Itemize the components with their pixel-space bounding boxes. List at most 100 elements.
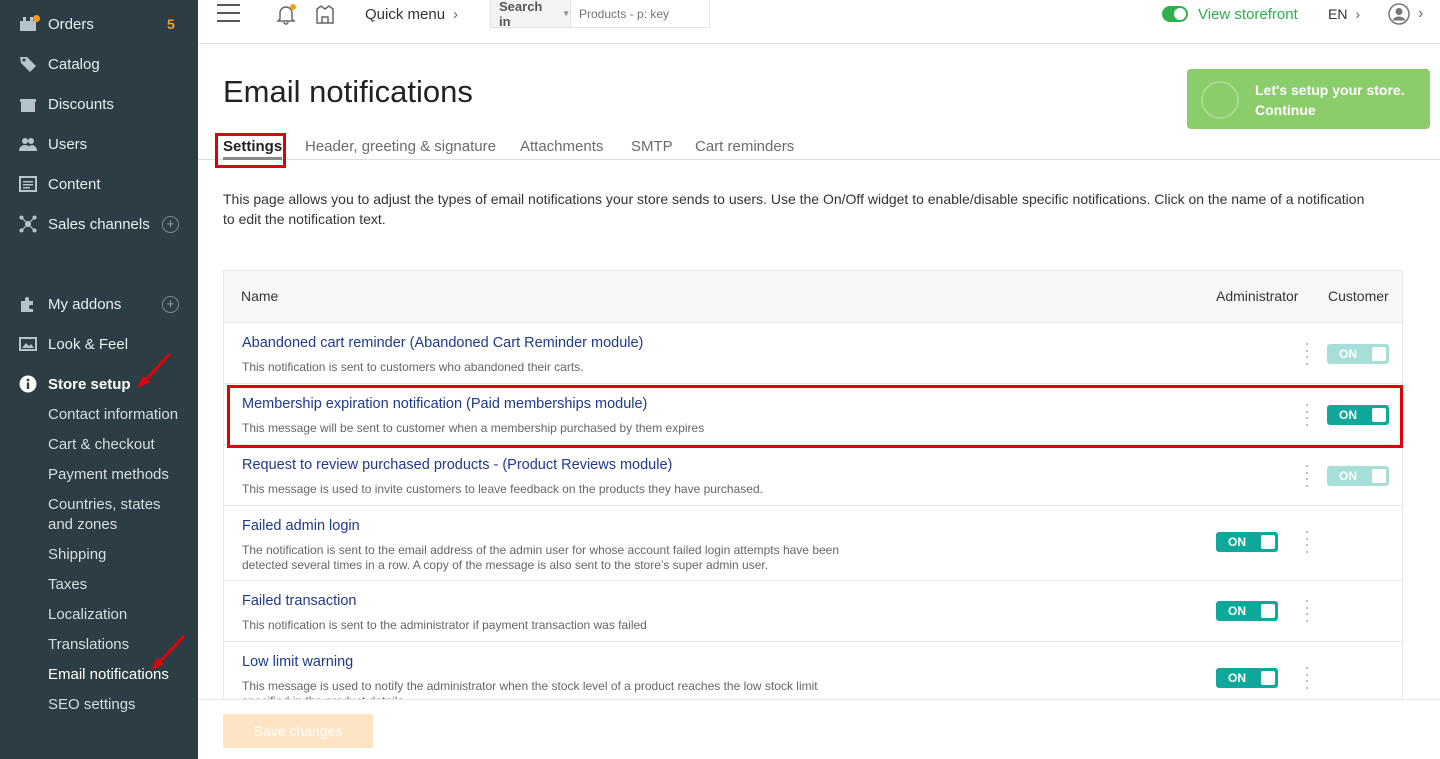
sidebar-subitem-translations[interactable]: Translations bbox=[48, 635, 129, 655]
orders-notification-dot bbox=[33, 15, 40, 22]
more-options-icon[interactable] bbox=[1305, 465, 1309, 487]
tab-cart-reminders[interactable]: Cart reminders bbox=[695, 138, 794, 155]
toggle-label: ON bbox=[1228, 604, 1246, 618]
administrator-toggle[interactable]: ON bbox=[1216, 532, 1278, 552]
look-feel-icon bbox=[18, 335, 38, 353]
tabs: Settings Header, greeting & signature At… bbox=[198, 132, 1440, 160]
sidebar-item-orders[interactable]: Orders bbox=[18, 14, 94, 34]
discounts-icon bbox=[18, 95, 38, 113]
notifications-table: Name Administrator Customer Abandoned ca… bbox=[223, 270, 1403, 700]
sidebar-item-catalog[interactable]: Catalog bbox=[18, 54, 100, 74]
user-icon bbox=[1388, 3, 1410, 25]
toggle-label: ON bbox=[1228, 535, 1246, 549]
view-storefront-label: View storefront bbox=[1198, 5, 1298, 23]
sidebar-item-users[interactable]: Users bbox=[18, 134, 87, 154]
notification-title-link[interactable]: Request to review purchased products - (… bbox=[242, 457, 672, 473]
table-row: Low limit warning This message is used t… bbox=[224, 642, 1402, 700]
view-storefront-link[interactable]: View storefront bbox=[1162, 0, 1298, 28]
add-sales-channel-button[interactable]: + bbox=[162, 216, 179, 233]
more-options-icon[interactable] bbox=[1305, 531, 1309, 553]
sidebar-item-store-setup[interactable]: Store setup bbox=[18, 374, 131, 394]
more-options-icon[interactable] bbox=[1305, 600, 1309, 622]
sidebar-subitem-countries[interactable]: Countries, states and zones bbox=[48, 495, 168, 535]
toggle-label: ON bbox=[1339, 469, 1357, 483]
notification-title-link[interactable]: Low limit warning bbox=[242, 654, 353, 670]
table-row: Request to review purchased products - (… bbox=[224, 445, 1402, 506]
notification-description: This message is used to notify the admin… bbox=[242, 679, 818, 700]
chevron-right-icon: › bbox=[1355, 6, 1361, 22]
tab-smtp[interactable]: SMTP bbox=[631, 138, 673, 155]
topbar: Quick menu › Search in ▼ View storefront… bbox=[198, 0, 1440, 44]
setup-progress-ring bbox=[1201, 81, 1239, 119]
language-label: EN bbox=[1328, 6, 1348, 22]
sidebar-item-label: Users bbox=[48, 135, 88, 153]
sidebar-item-label: Look & Feel bbox=[48, 335, 129, 353]
annotation-highlight-membership-row bbox=[227, 385, 1403, 448]
info-icon bbox=[18, 375, 38, 393]
notification-description: This notification is sent to the adminis… bbox=[242, 618, 647, 632]
bell-icon[interactable] bbox=[275, 3, 297, 25]
sidebar-subitem-contact-information[interactable]: Contact information bbox=[48, 405, 178, 425]
save-changes-button[interactable]: Save changes bbox=[223, 714, 373, 748]
sidebar-item-content[interactable]: Content bbox=[18, 174, 101, 194]
notification-title-link[interactable]: Failed transaction bbox=[242, 593, 356, 609]
sidebar-subitem-shipping[interactable]: Shipping bbox=[48, 545, 106, 565]
setup-store-card[interactable]: Let's setup your store. Continue bbox=[1187, 69, 1430, 129]
sidebar-item-label: Content bbox=[48, 175, 101, 193]
search-scope-select[interactable]: Search in ▼ bbox=[491, 0, 571, 29]
search-input[interactable] bbox=[571, 0, 709, 27]
table-header: Name Administrator Customer bbox=[224, 271, 1402, 323]
add-addon-button[interactable]: + bbox=[162, 296, 179, 313]
sales-channels-icon bbox=[18, 215, 38, 233]
catalog-icon bbox=[18, 55, 38, 73]
administrator-toggle[interactable]: ON bbox=[1216, 668, 1278, 688]
page-title: Email notifications bbox=[223, 74, 473, 109]
quick-menu-button[interactable]: Quick menu › bbox=[365, 0, 458, 28]
storefront-status-toggle[interactable] bbox=[1162, 6, 1188, 22]
sidebar-item-sales-channels[interactable]: Sales channels bbox=[18, 214, 150, 234]
more-options-icon[interactable] bbox=[1305, 343, 1309, 365]
sidebar-subitem-taxes[interactable]: Taxes bbox=[48, 575, 87, 595]
annotation-arrow-email-notifications bbox=[151, 634, 186, 670]
notification-description: This notification is sent to customers w… bbox=[242, 360, 584, 374]
page-description: This page allows you to adjust the types… bbox=[223, 191, 1365, 227]
orders-badge: 5 bbox=[167, 16, 175, 32]
chevron-right-icon: › bbox=[453, 5, 459, 23]
notification-title-link[interactable]: Abandoned cart reminder (Abandoned Cart … bbox=[242, 335, 643, 351]
sidebar-item-label: My addons bbox=[48, 295, 122, 313]
sidebar-item-discounts[interactable]: Discounts bbox=[18, 94, 114, 114]
sidebar-item-label: Sales channels bbox=[48, 215, 150, 233]
column-header-customer: Customer bbox=[1328, 288, 1389, 304]
table-row: Failed admin login The notification is s… bbox=[224, 506, 1402, 581]
sidebar-subitem-payment-methods[interactable]: Payment methods bbox=[48, 465, 169, 485]
setup-store-continue[interactable]: Continue bbox=[1255, 100, 1405, 120]
setup-store-text: Let's setup your store. Continue bbox=[1255, 80, 1405, 120]
sidebar: Orders 5 Catalog Discounts Users Content… bbox=[0, 0, 198, 759]
column-header-administrator: Administrator bbox=[1216, 288, 1299, 304]
notification-title-link[interactable]: Failed admin login bbox=[242, 518, 360, 534]
sidebar-item-label: Store setup bbox=[48, 375, 131, 393]
hamburger-icon[interactable] bbox=[217, 4, 241, 22]
customer-toggle[interactable]: ON bbox=[1327, 466, 1389, 486]
sidebar-subitem-cart-checkout[interactable]: Cart & checkout bbox=[48, 435, 155, 455]
storefront-icon[interactable] bbox=[314, 3, 336, 25]
column-header-name: Name bbox=[241, 288, 279, 304]
sidebar-item-look-feel[interactable]: Look & Feel bbox=[18, 334, 128, 354]
language-selector[interactable]: EN › bbox=[1328, 0, 1360, 28]
sidebar-item-label: Orders bbox=[48, 15, 94, 33]
sidebar-item-label: Discounts bbox=[48, 95, 114, 113]
quick-menu-label: Quick menu bbox=[365, 5, 446, 23]
users-icon bbox=[18, 135, 38, 153]
chevron-right-icon: › bbox=[1418, 5, 1424, 22]
sidebar-subitem-seo-settings[interactable]: SEO settings bbox=[48, 695, 136, 715]
content-icon bbox=[18, 175, 38, 193]
more-options-icon[interactable] bbox=[1305, 667, 1309, 689]
tab-header-greeting-signature[interactable]: Header, greeting & signature bbox=[305, 138, 496, 155]
toggle-label: ON bbox=[1339, 347, 1357, 361]
tab-attachments[interactable]: Attachments bbox=[520, 138, 603, 155]
sidebar-item-my-addons[interactable]: My addons bbox=[18, 294, 121, 314]
sidebar-subitem-localization[interactable]: Localization bbox=[48, 605, 127, 625]
user-menu[interactable]: › bbox=[1388, 0, 1423, 28]
customer-toggle[interactable]: ON bbox=[1327, 344, 1389, 364]
administrator-toggle[interactable]: ON bbox=[1216, 601, 1278, 621]
